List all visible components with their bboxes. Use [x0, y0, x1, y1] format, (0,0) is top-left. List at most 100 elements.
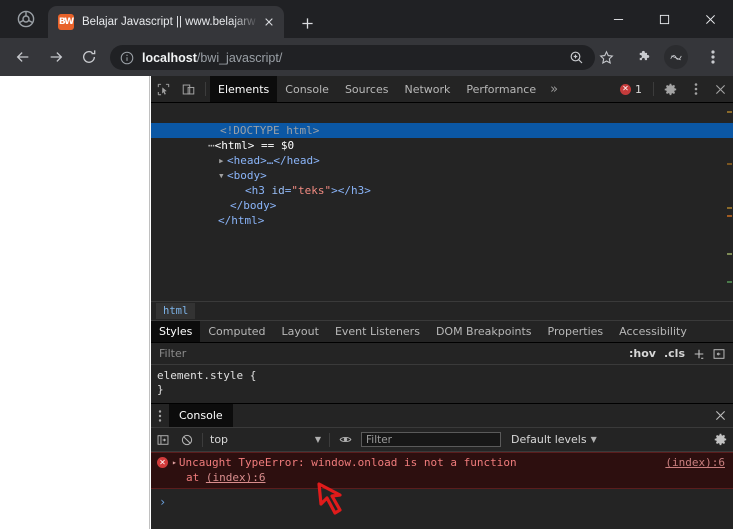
dom-row-text: <body>: [226, 169, 267, 182]
address-bar[interactable]: localhost/bwi_javascript/: [110, 45, 595, 70]
tab-label: DOM Breakpoints: [435, 325, 532, 338]
toggle-sidebar-icon[interactable]: [713, 348, 725, 360]
breadcrumb-item-html[interactable]: html: [156, 303, 196, 319]
reload-icon[interactable]: [76, 44, 102, 70]
styles-tab-dom-breakpoints[interactable]: DOM Breakpoints: [428, 321, 540, 342]
dom-row-text: </body>: [229, 199, 277, 212]
expand-ellipsis-icon[interactable]: ⋯: [208, 139, 215, 152]
puzzle-piece-icon[interactable]: [632, 44, 658, 70]
zoom-search-icon[interactable]: [563, 44, 589, 70]
dom-row[interactable]: <!DOCTYPE html>: [151, 108, 733, 137]
devtools-panel: Elements Console Sources Network Perform…: [151, 76, 733, 529]
dom-tree[interactable]: <!DOCTYPE html> ⋯<html> == $0 ▸ <head>…</…: [151, 103, 733, 301]
error-circle-icon: ✕: [157, 457, 168, 468]
chevron-right-icon[interactable]: ▸: [218, 153, 227, 168]
breadcrumb[interactable]: html: [151, 301, 733, 320]
tab-close-icon[interactable]: [260, 13, 278, 31]
url-path: /bwi_javascript/: [196, 50, 283, 65]
scrollbar-tick: [727, 207, 732, 209]
scrollbar-tick: [727, 163, 732, 165]
toolbar-divider: [202, 432, 203, 447]
tab-strip: BW Belajar Javascript || www.belajarw: [0, 0, 733, 38]
styles-rule-block[interactable]: element.style { }: [151, 365, 733, 403]
dom-scrollbar-ticks[interactable]: [725, 103, 733, 301]
devtools-tab-sources[interactable]: Sources: [337, 76, 397, 102]
tab-label: Accessibility: [619, 325, 687, 338]
drawer-close-icon[interactable]: [707, 404, 733, 427]
console-error-line: ✕ ▸ Uncaught TypeError: window.onload is…: [151, 455, 733, 470]
console-error-message[interactable]: ✕ ▸ Uncaught TypeError: window.onload is…: [151, 452, 733, 489]
info-circle-icon[interactable]: [120, 51, 134, 65]
inspect-element-icon[interactable]: [151, 76, 176, 102]
styles-tab-event-listeners[interactable]: Event Listeners: [327, 321, 428, 342]
dom-row-text: <!DOCTYPE html>: [219, 124, 320, 137]
chevron-down-icon: ▼: [590, 435, 597, 444]
toolbar-divider: [329, 432, 330, 447]
styles-tab-styles[interactable]: Styles: [151, 321, 201, 342]
style-rule-close: }: [157, 383, 164, 396]
console-settings-gear-icon[interactable]: [707, 433, 733, 446]
back-arrow-icon[interactable]: [10, 44, 36, 70]
console-levels-selector[interactable]: Default levels ▼: [511, 433, 597, 446]
scrollbar-tick: [727, 215, 732, 217]
scrollbar-tick: [727, 281, 732, 283]
device-toolbar-icon[interactable]: [176, 76, 201, 102]
devtools-tab-performance[interactable]: Performance: [458, 76, 544, 102]
console-sidebar-icon[interactable]: [151, 434, 175, 446]
devtools-tab-elements[interactable]: Elements: [210, 76, 278, 102]
tab-label: Styles: [159, 325, 193, 338]
tab-label: Console: [285, 82, 329, 96]
drawer-tab-console[interactable]: Console: [169, 404, 233, 427]
more-tabs-button[interactable]: »: [544, 76, 564, 102]
console-context-selector[interactable]: top ▼: [206, 433, 326, 446]
stack-link[interactable]: (index):6: [206, 471, 266, 484]
tab-label: Layout: [281, 325, 319, 338]
styles-tab-properties[interactable]: Properties: [540, 321, 612, 342]
drawer-menu-icon[interactable]: [151, 404, 169, 427]
window-close-button[interactable]: [687, 0, 733, 38]
live-expression-eye-icon[interactable]: [333, 433, 357, 446]
styles-filter-input[interactable]: Filter: [159, 347, 186, 360]
devtools-close-icon[interactable]: [708, 76, 733, 102]
profile-avatar[interactable]: [664, 45, 688, 69]
dom-row-text: <head>…</head>: [226, 154, 320, 167]
tab-label: Elements: [218, 82, 270, 96]
styles-tab-layout[interactable]: Layout: [274, 321, 327, 342]
browser-toolbar: localhost/bwi_javascript/: [0, 38, 733, 76]
console-filter-input[interactable]: Filter: [361, 432, 501, 447]
console-error-source-link[interactable]: (index):6: [665, 455, 725, 470]
toolbar-divider: [653, 82, 654, 96]
styles-filter-actions: :hov .cls: [629, 347, 733, 360]
devtools-tabbar: Elements Console Sources Network Perform…: [151, 76, 733, 103]
hov-toggle-button[interactable]: :hov: [629, 347, 656, 360]
devtools-tabbar-right: ✕ 1: [613, 76, 733, 102]
cls-toggle-button[interactable]: .cls: [664, 347, 685, 360]
window-minimize-button[interactable]: [595, 0, 641, 38]
window-maximize-button[interactable]: [641, 0, 687, 38]
plus-icon[interactable]: [693, 348, 705, 360]
star-icon[interactable]: [593, 44, 619, 70]
browser-tab[interactable]: BW Belajar Javascript || www.belajarw: [48, 6, 284, 38]
clear-console-icon[interactable]: [175, 434, 199, 446]
styles-tab-computed[interactable]: Computed: [200, 321, 273, 342]
url-host: localhost: [142, 50, 197, 65]
error-count-value: 1: [635, 82, 642, 96]
new-tab-button[interactable]: [295, 11, 319, 35]
tab-label: Computed: [208, 325, 266, 338]
error-count-badge[interactable]: ✕ 1: [613, 76, 649, 102]
styles-tab-accessibility[interactable]: Accessibility: [611, 321, 695, 342]
three-dot-menu-icon[interactable]: [700, 44, 726, 70]
tab-label: Sources: [344, 82, 389, 96]
gear-icon[interactable]: [658, 76, 683, 102]
expand-caret-icon[interactable]: ▸: [172, 455, 177, 470]
console-input-prompt[interactable]: ›: [151, 489, 733, 529]
devtools-tab-network[interactable]: Network: [396, 76, 458, 102]
dom-row-text: <html> == $0: [214, 139, 295, 152]
forward-arrow-icon[interactable]: [43, 44, 69, 70]
dom-row-tag-close: ></h3>: [331, 184, 371, 197]
dom-row-tag-open: <h3: [244, 184, 272, 197]
chevron-down-icon[interactable]: ▾: [218, 168, 227, 183]
console-drawer: Console top ▼ Filter Default levels ▼ ✕ …: [151, 403, 733, 529]
three-dot-menu-icon[interactable]: [683, 76, 708, 102]
devtools-tab-console[interactable]: Console: [277, 76, 337, 102]
